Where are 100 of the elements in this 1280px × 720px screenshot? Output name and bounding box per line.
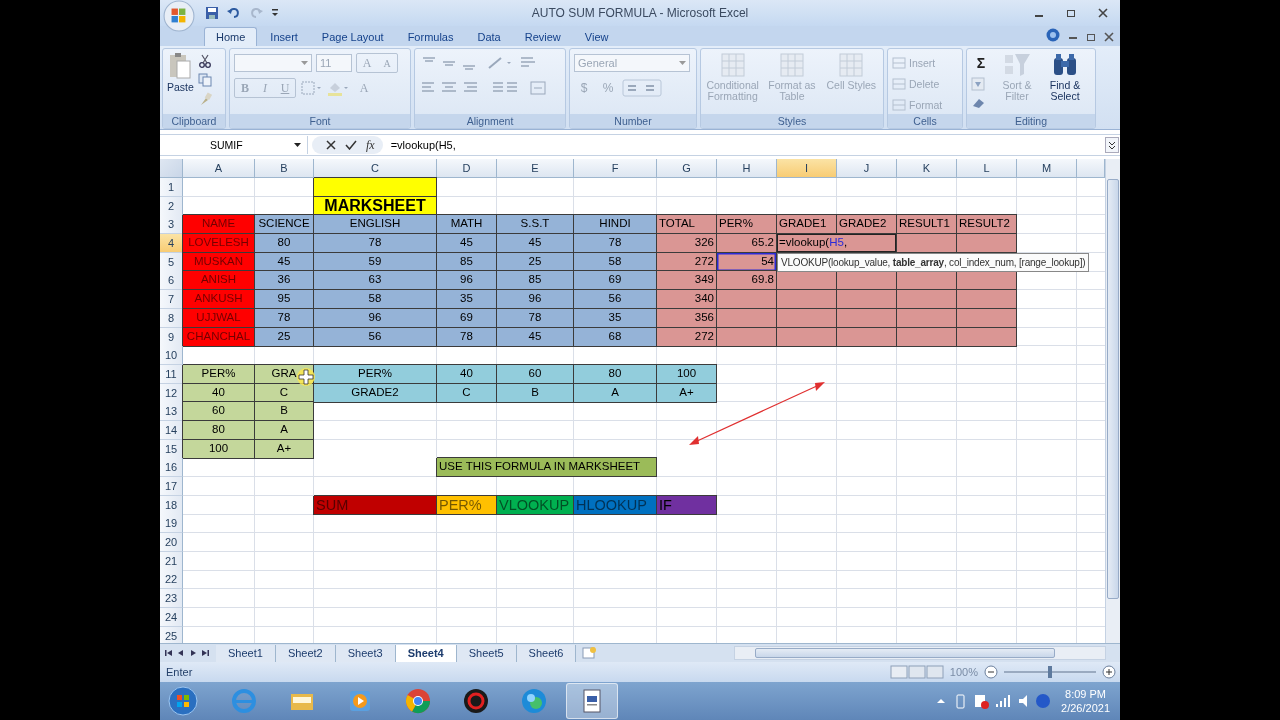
name-box[interactable]: SUMIF [160, 136, 308, 154]
expand-icon[interactable] [1105, 137, 1119, 153]
table-cell: 60 [497, 364, 574, 384]
view-buttons-icon[interactable] [889, 665, 944, 679]
row-header[interactable]: 19 [160, 514, 183, 534]
zoom-in-icon[interactable] [1102, 665, 1116, 679]
scissors-icon[interactable] [197, 54, 212, 68]
ribbon-tab[interactable]: Home [204, 27, 258, 46]
row-header[interactable]: 22 [160, 570, 183, 590]
taskbar-app[interactable] [566, 683, 618, 719]
column-header[interactable]: L [957, 159, 1017, 178]
cells-icon [892, 57, 906, 69]
browser-icon [519, 686, 549, 716]
ribbon-tab[interactable]: Page Layout [310, 27, 395, 46]
sheet-tab[interactable]: Sheet4 [395, 644, 457, 662]
find-select-button[interactable]: Find & Select [1043, 52, 1087, 114]
row-header[interactable]: 23 [160, 589, 183, 609]
table-cell: GRADE2 [314, 383, 437, 403]
group-label: Editing [967, 114, 1095, 128]
dropdown-icon[interactable] [271, 8, 279, 18]
restore-icon[interactable] [1066, 8, 1076, 18]
column-header[interactable]: F [574, 159, 657, 178]
ribbon-tab[interactable]: Formulas [396, 27, 465, 46]
decimal-icons[interactable] [622, 79, 662, 97]
row-header[interactable]: 20 [160, 533, 183, 553]
row-header[interactable]: 16 [160, 458, 183, 478]
zoom-out-icon[interactable] [984, 665, 998, 679]
close-icon[interactable] [1104, 32, 1114, 42]
undo-icon[interactable] [227, 6, 241, 20]
clock-time: 8:09 PM [1065, 687, 1106, 701]
table-cell: IF [657, 495, 717, 515]
save-icon[interactable] [205, 6, 219, 20]
column-header[interactable]: K [897, 159, 957, 178]
cancel-icon[interactable] [326, 140, 336, 150]
close-icon[interactable] [1098, 8, 1108, 18]
row-header[interactable]: 1 [160, 178, 183, 197]
horizontal-scrollbar[interactable] [734, 646, 1106, 660]
eraser-icon[interactable] [971, 96, 987, 110]
funnel-icon [1003, 52, 1031, 78]
column-header[interactable] [1077, 159, 1105, 178]
row-header[interactable]: 13 [160, 402, 183, 422]
table-cell: 78 [497, 308, 574, 328]
formula-field[interactable]: =vlookup(H5, [386, 139, 1105, 151]
next-sheet-icon[interactable] [188, 648, 198, 658]
last-sheet-icon[interactable] [200, 648, 210, 658]
cell-editor[interactable]: =vlookup(H5, [777, 234, 897, 254]
ribbon-tab[interactable]: Review [513, 27, 572, 46]
row-header[interactable]: 3 [160, 215, 183, 235]
copy-icon[interactable] [197, 73, 212, 87]
sheet-tab[interactable]: Sheet2 [275, 644, 336, 662]
enter-icon[interactable] [345, 140, 357, 150]
sheet-tab[interactable]: Sheet1 [216, 644, 276, 662]
table-cell: 96 [314, 308, 437, 328]
insert-function-button[interactable]: fx [366, 137, 375, 153]
column-header[interactable]: D [437, 159, 497, 178]
select-all-button[interactable] [160, 159, 183, 178]
previous-sheet-icon[interactable] [176, 648, 186, 658]
table-cell: A+ [657, 383, 717, 403]
row-header[interactable]: 6 [160, 271, 183, 291]
column-header[interactable]: I [777, 159, 837, 178]
zoom-level: 100% [949, 666, 978, 678]
row-header[interactable]: 10 [160, 346, 183, 366]
ribbon-tab[interactable]: Data [466, 27, 512, 46]
tray-icons[interactable] [935, 692, 1052, 710]
column-header[interactable]: M [1017, 159, 1077, 178]
table-cell: GRADE1 [777, 215, 837, 235]
column-header[interactable]: J [837, 159, 897, 178]
ribbon-tab[interactable]: View [573, 27, 620, 46]
start-button[interactable] [168, 686, 198, 716]
clipboard-icon [168, 52, 193, 80]
vertical-scrollbar[interactable] [1105, 159, 1120, 643]
column-header[interactable]: B [255, 159, 314, 178]
sheet-tab[interactable]: Sheet6 [516, 644, 577, 662]
binoculars-icon [1051, 52, 1079, 78]
redo-icon[interactable] [249, 6, 263, 20]
first-sheet-icon[interactable] [164, 648, 174, 658]
column-header[interactable]: G [657, 159, 717, 178]
table-cell: 25 [255, 327, 314, 347]
column-header[interactable]: E [497, 159, 574, 178]
restore-icon[interactable] [1086, 32, 1096, 42]
browser-icon [403, 686, 433, 716]
fill-down-icon[interactable] [971, 77, 987, 91]
column-header[interactable]: A [183, 159, 255, 178]
browser-icon [229, 686, 259, 716]
font-name-field[interactable] [234, 54, 312, 72]
paste-button[interactable]: Paste [167, 52, 194, 114]
column-header[interactable]: H [717, 159, 777, 178]
group-label: Styles [701, 114, 883, 128]
autosum-button[interactable]: Σ [971, 54, 991, 72]
row-header[interactable]: 17 [160, 477, 183, 496]
sheet-tab[interactable]: Sheet5 [456, 644, 517, 662]
table-cell: 80 [183, 420, 255, 440]
zoom-slider-thumb[interactable] [1048, 666, 1052, 678]
row-header[interactable]: 7 [160, 290, 183, 310]
row-header[interactable]: 4 [160, 234, 183, 254]
insert-sheet-icon[interactable] [580, 646, 599, 660]
table-cell: PER% [314, 364, 437, 384]
sheet-tab[interactable]: Sheet3 [335, 644, 396, 662]
help-icon[interactable] [1046, 28, 1060, 42]
ribbon-tab[interactable]: Insert [259, 27, 309, 46]
